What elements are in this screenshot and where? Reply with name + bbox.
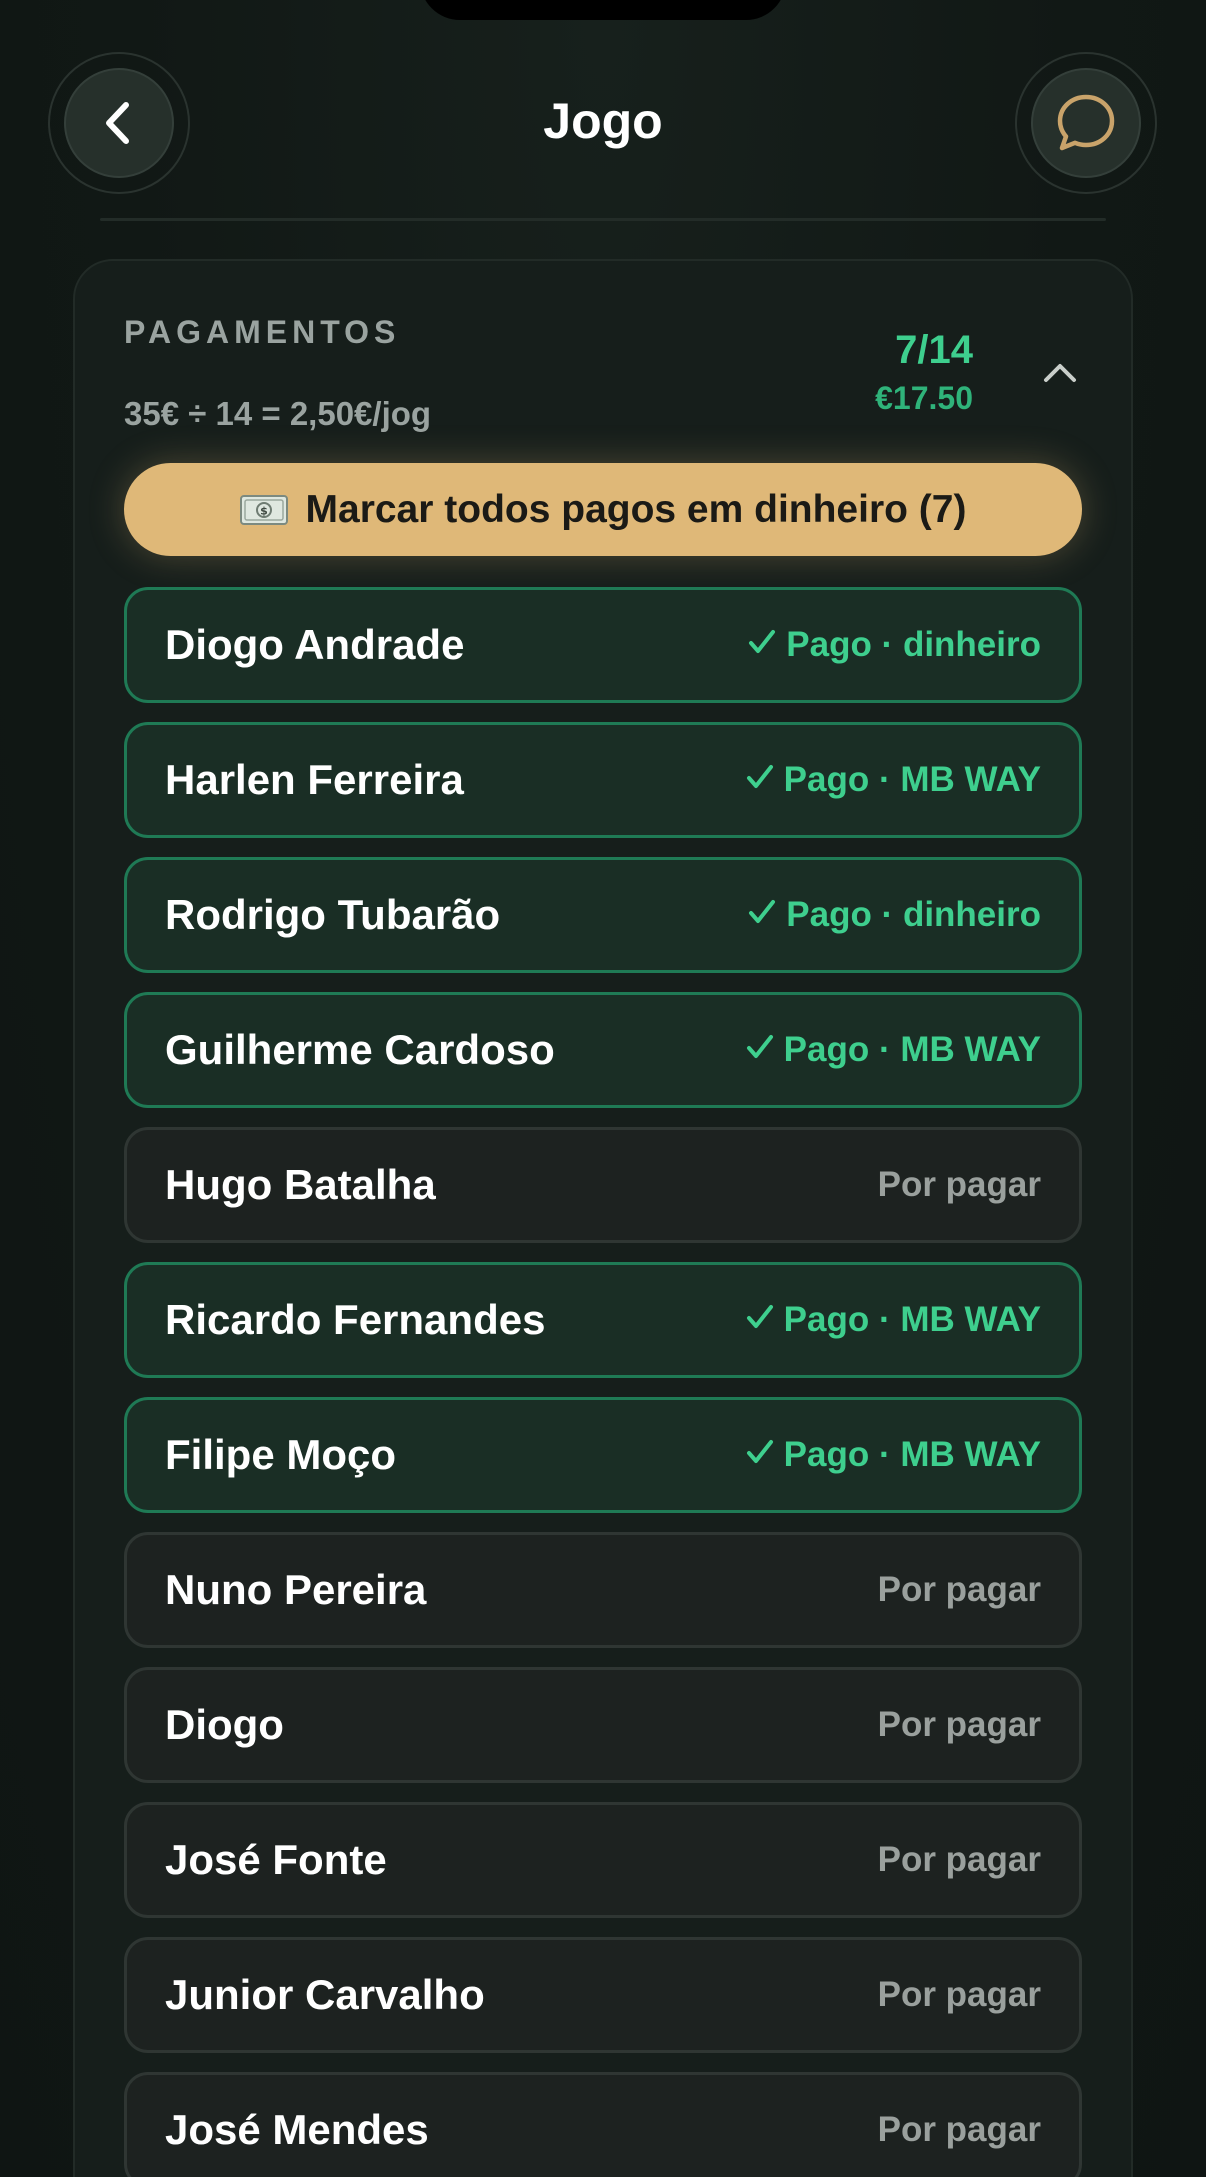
chevron-up-icon	[1044, 364, 1076, 382]
payment-status-text: Pago · dinheiro	[786, 895, 1041, 934]
chat-bubble-icon	[1057, 94, 1115, 151]
payment-status-text: Pago · MB WAY	[783, 760, 1041, 799]
payment-status-text: Por pagar	[877, 1165, 1041, 1204]
header-divider	[100, 218, 1106, 221]
checkmark-icon	[746, 1300, 774, 1340]
mark-all-cash-button[interactable]: $ Marcar todos pagos em dinheiro (7)	[124, 463, 1082, 556]
payment-formula: 35€ ÷ 14 = 2,50€/jog	[124, 395, 432, 432]
payment-status-text: Pago · MB WAY	[783, 1300, 1041, 1339]
player-name: Hugo Batalha	[165, 1161, 436, 1208]
header: Jogo	[0, 0, 1206, 230]
player-name: Ricardo Fernandes	[165, 1296, 546, 1343]
payment-status-text: Pago · MB WAY	[783, 1030, 1041, 1069]
player-name: José Mendes	[165, 2106, 429, 2153]
player-row[interactable]: Ricardo Fernandes Pago · MB WAY	[124, 1262, 1082, 1378]
player-name: Diogo	[165, 1701, 284, 1748]
chat-button-inner	[1031, 68, 1141, 178]
player-name: Harlen Ferreira	[165, 756, 464, 803]
payment-status-text: Por pagar	[877, 1840, 1041, 1879]
unpaid-status: Por pagar	[878, 2110, 1041, 2150]
unpaid-status: Por pagar	[878, 1975, 1041, 2015]
player-name: Diogo Andrade	[165, 621, 465, 668]
payment-status-text: Por pagar	[877, 2110, 1041, 2149]
payment-status-text: Pago · dinheiro	[786, 625, 1041, 664]
unpaid-status: Por pagar	[878, 1840, 1041, 1880]
player-row[interactable]: Harlen Ferreira Pago · MB WAY	[124, 722, 1082, 838]
svg-text:$: $	[260, 504, 268, 517]
mark-all-cash-label: Marcar todos pagos em dinheiro (7)	[305, 487, 967, 531]
player-row[interactable]: Rodrigo Tubarão Pago · dinheiro	[124, 857, 1082, 973]
payment-status-text: Pago · MB WAY	[783, 1435, 1041, 1474]
player-name: Nuno Pereira	[165, 1566, 427, 1613]
screen: Jogo PAGAMENTOS 35€ ÷ 14 = 2,50€/jog 7/1…	[0, 0, 1206, 2177]
paid-status: Pago · dinheiro	[748, 625, 1041, 665]
payment-status-text: Por pagar	[877, 1705, 1041, 1744]
paid-status: Pago · MB WAY	[746, 760, 1041, 800]
player-row[interactable]: Diogo Andrade Pago · dinheiro	[124, 587, 1082, 703]
player-name: José Fonte	[165, 1836, 387, 1883]
player-list: Diogo Andrade Pago · dinheiro Harlen Ferre…	[124, 587, 1082, 2177]
paid-status: Pago · MB WAY	[746, 1435, 1041, 1475]
payment-status-text: Por pagar	[877, 1570, 1041, 1609]
player-row[interactable]: Junior Carvalho Por pagar	[124, 1937, 1082, 2053]
payments-section-label: PAGAMENTOS	[124, 314, 401, 350]
chat-button[interactable]	[1015, 52, 1157, 194]
player-row[interactable]: Filipe Moço Pago · MB WAY	[124, 1397, 1082, 1513]
paid-status: Pago · MB WAY	[746, 1300, 1041, 1340]
paid-status: Pago · MB WAY	[746, 1030, 1041, 1070]
checkmark-icon	[748, 625, 776, 665]
unpaid-status: Por pagar	[878, 1570, 1041, 1610]
paid-count: 7/14	[895, 328, 973, 372]
checkmark-icon	[746, 760, 774, 800]
unpaid-status: Por pagar	[878, 1705, 1041, 1745]
checkmark-icon	[746, 1030, 774, 1070]
collapse-toggle[interactable]	[1040, 352, 1080, 392]
paid-amount: €17.50	[875, 380, 973, 416]
player-row[interactable]: José Mendes Por pagar	[124, 2072, 1082, 2177]
money-icon: $	[239, 493, 288, 527]
checkmark-icon	[746, 1435, 774, 1475]
player-row[interactable]: Nuno Pereira Por pagar	[124, 1532, 1082, 1648]
player-row[interactable]: Hugo Batalha Por pagar	[124, 1127, 1082, 1243]
unpaid-status: Por pagar	[878, 1165, 1041, 1205]
player-name: Guilherme Cardoso	[165, 1026, 555, 1073]
payment-status-text: Por pagar	[877, 1975, 1041, 2014]
player-name: Filipe Moço	[165, 1431, 396, 1478]
checkmark-icon	[748, 895, 776, 935]
player-name: Junior Carvalho	[165, 1971, 485, 2018]
paid-status: Pago · dinheiro	[748, 895, 1041, 935]
player-row[interactable]: Diogo Por pagar	[124, 1667, 1082, 1783]
player-row[interactable]: José Fonte Por pagar	[124, 1802, 1082, 1918]
player-row[interactable]: Guilherme Cardoso Pago · MB WAY	[124, 992, 1082, 1108]
player-name: Rodrigo Tubarão	[165, 891, 501, 938]
